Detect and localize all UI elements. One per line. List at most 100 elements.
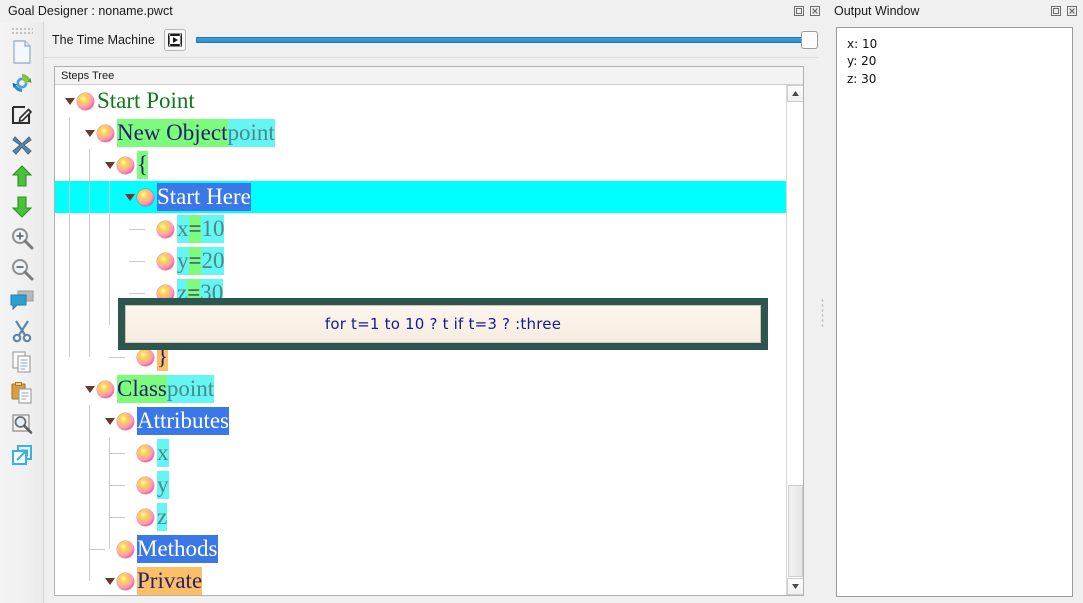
tree-guide-line (129, 261, 145, 262)
move-up-icon[interactable] (0, 160, 44, 191)
goal-designer-titlebar: Goal Designer : noname.pwct (0, 0, 826, 22)
window-splitter[interactable] (818, 22, 826, 603)
tree-token: { (137, 151, 148, 179)
delete-icon[interactable] (0, 129, 44, 160)
step-tooltip-text: for t=1 to 10 ? t if t=3 ? :three (325, 315, 561, 333)
tree-token: = (189, 215, 202, 243)
tree-guide-line (89, 405, 90, 581)
time-machine-bar: The Time Machine (44, 22, 826, 58)
tree-node-icon (117, 157, 134, 174)
tree-token: Class (117, 375, 167, 403)
tree-guide-line (89, 549, 105, 550)
chevron-down-icon[interactable] (103, 405, 116, 437)
time-machine-slider[interactable] (196, 30, 818, 50)
open-external-icon[interactable] (0, 439, 44, 470)
paste-icon[interactable] (0, 377, 44, 408)
edit-icon[interactable] (0, 98, 44, 129)
tree-row[interactable]: { (55, 149, 788, 181)
application-root: Goal Designer : noname.pwct Output Windo… (0, 0, 1083, 603)
tree-row-label: y (157, 471, 169, 499)
tree-row-label: y = 20 (177, 247, 224, 275)
designer-content: The Time Machine (44, 22, 826, 603)
tree-token: z (157, 503, 167, 531)
output-text-area[interactable]: x: 10y: 20z: 30 (836, 27, 1073, 597)
copy-icon[interactable] (0, 346, 44, 377)
tree-node-icon (97, 381, 114, 398)
close-icon[interactable] (808, 5, 821, 18)
tree-guide-line (109, 453, 125, 454)
output-window-buttons (1049, 5, 1083, 18)
tree-node-icon (97, 125, 114, 142)
tree-guide-line (109, 485, 125, 486)
play-button[interactable] (164, 29, 186, 51)
find-icon[interactable] (0, 408, 44, 439)
goal-designer-window: The Time Machine (0, 22, 826, 603)
tree-node-icon (77, 93, 94, 110)
chevron-down-icon[interactable] (103, 149, 116, 181)
zoom-in-icon[interactable] (0, 222, 44, 253)
tree-token: Private (137, 567, 202, 595)
move-down-icon[interactable] (0, 191, 44, 222)
chevron-down-icon[interactable] (103, 565, 116, 595)
restore-icon[interactable] (792, 5, 805, 18)
chevron-down-icon[interactable] (63, 85, 76, 117)
tree-node-icon (137, 349, 154, 366)
tree-row-label: New Object point (117, 119, 275, 147)
tree-row-label: Start Here (157, 183, 251, 211)
tree-row[interactable]: x = 10 (55, 213, 788, 245)
tree-row[interactable]: Methods (55, 533, 788, 565)
scrollbar-thumb[interactable] (788, 485, 803, 577)
output-window-title: Output Window (826, 4, 919, 18)
tree-row[interactable]: Private (55, 565, 788, 595)
tree-token: New Object (117, 119, 228, 147)
comment-icon[interactable] (0, 284, 44, 315)
zoom-out-icon[interactable] (0, 253, 44, 284)
tree-node-icon (157, 253, 174, 270)
goal-designer-window-buttons (792, 5, 826, 18)
output-window-titlebar: Output Window (826, 0, 1083, 22)
new-file-icon[interactable] (0, 36, 44, 67)
cut-icon[interactable] (0, 315, 44, 346)
chevron-down-icon[interactable] (83, 373, 96, 405)
tree-row[interactable]: z (55, 501, 788, 533)
tree-row[interactable]: y (55, 469, 788, 501)
tree-token: = (189, 247, 202, 275)
tree-row-label: x = 10 (177, 215, 224, 243)
scroll-up-icon[interactable] (787, 85, 803, 102)
tree-row[interactable]: Class point (55, 373, 788, 405)
output-line: y: 20 (847, 53, 1062, 70)
slider-thumb[interactable] (801, 31, 818, 49)
tree-token: Start Point (97, 87, 195, 115)
tree-node-icon (137, 477, 154, 494)
refresh-icon[interactable] (0, 67, 44, 98)
tree-token: Start Here (157, 183, 251, 211)
tree-row[interactable]: x (55, 437, 788, 469)
tree-row[interactable]: New Object point (55, 117, 788, 149)
tree-row-label: Start Point (97, 87, 195, 115)
tree-token: Attributes (137, 407, 229, 435)
chevron-down-icon[interactable] (123, 181, 136, 213)
tree-row[interactable]: Start Here (55, 181, 788, 213)
tree-row[interactable]: Attributes (55, 405, 788, 437)
scroll-down-icon[interactable] (787, 578, 803, 595)
chevron-down-icon[interactable] (83, 117, 96, 149)
toolbar-grip[interactable] (0, 22, 43, 36)
tree-row[interactable]: Start Point (55, 85, 788, 117)
tool-strip (0, 22, 44, 603)
tree-row-label: Attributes (137, 407, 229, 435)
restore-icon[interactable] (1049, 5, 1062, 18)
tree-token: x (157, 439, 169, 467)
tree-token: point (167, 375, 214, 403)
tree-guide-line (129, 229, 145, 230)
close-icon[interactable] (1065, 5, 1078, 18)
tree-row[interactable]: y = 20 (55, 245, 788, 277)
goal-designer-title: Goal Designer : noname.pwct (0, 4, 173, 18)
tree-node-icon (137, 189, 154, 206)
tree-vertical-scrollbar[interactable] (786, 85, 803, 595)
steps-tree-header: Steps Tree (55, 67, 803, 85)
tree-token: Methods (137, 535, 218, 563)
step-tooltip: for t=1 to 10 ? t if t=3 ? :three (118, 298, 768, 350)
tree-guide-line (89, 149, 90, 357)
tree-node-icon (137, 509, 154, 526)
tree-guide-line (69, 117, 70, 357)
